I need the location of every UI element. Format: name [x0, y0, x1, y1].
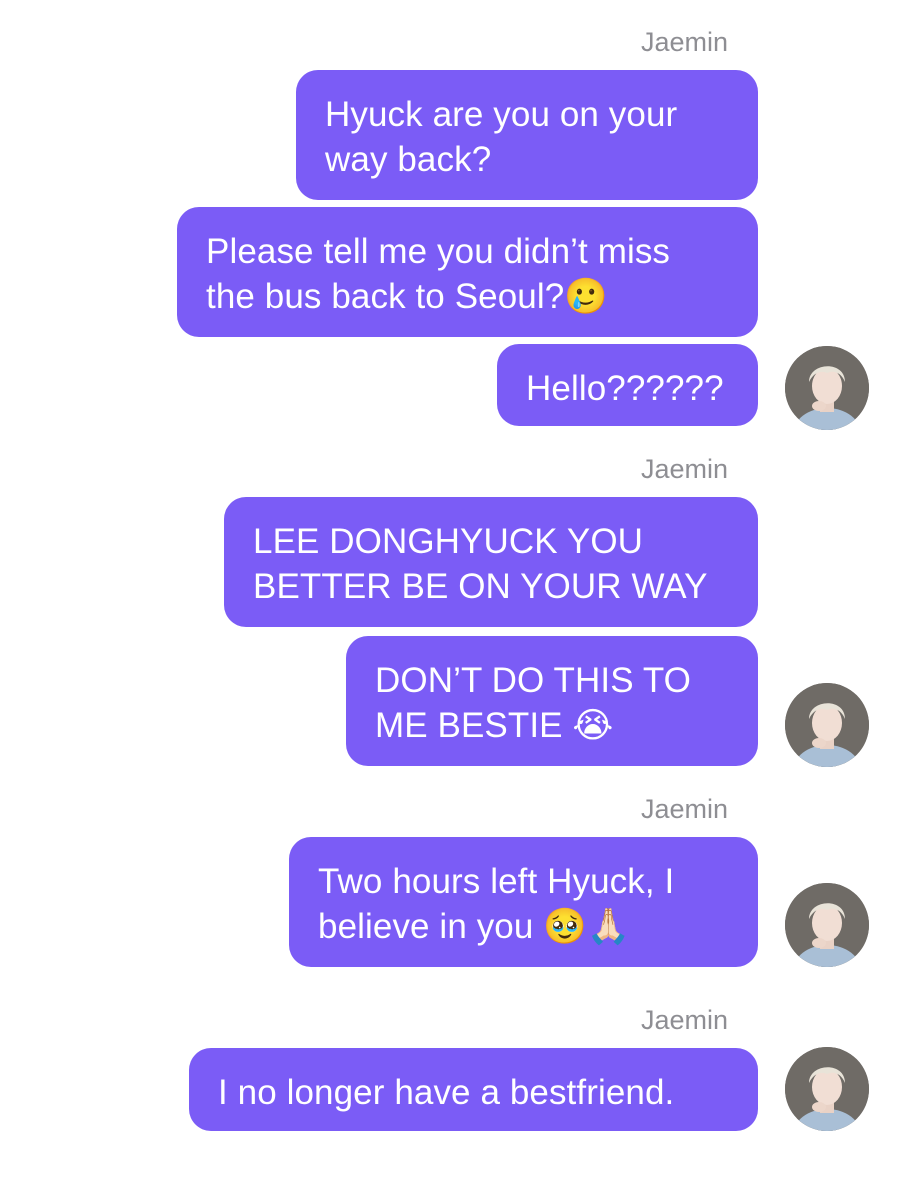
avatar[interactable]: [785, 346, 869, 430]
profile-photo-icon: [785, 1047, 869, 1131]
message-bubble[interactable]: I no longer have a bestfriend.: [189, 1048, 758, 1131]
sender-name: Jaemin: [640, 454, 728, 484]
sender-name: Jaemin: [640, 27, 728, 57]
avatar[interactable]: [785, 883, 869, 967]
profile-photo-icon: [785, 683, 869, 767]
sender-name: Jaemin: [640, 794, 728, 824]
message-bubble[interactable]: Hello??????: [497, 344, 758, 426]
avatar[interactable]: [785, 683, 869, 767]
message-bubble[interactable]: LEE DONGHYUCK YOU BETTER BE ON YOUR WAY: [224, 497, 758, 627]
sender-name: Jaemin: [640, 1005, 728, 1035]
profile-photo-icon: [785, 346, 869, 430]
chat-thread: Jaemin Hyuck are you on your way back? P…: [0, 0, 906, 1200]
avatar[interactable]: [785, 1047, 869, 1131]
message-bubble[interactable]: Two hours left Hyuck, I believe in you 🥹…: [289, 837, 758, 967]
profile-photo-icon: [785, 883, 869, 967]
message-bubble[interactable]: Please tell me you didn’t miss the bus b…: [177, 207, 758, 337]
message-bubble[interactable]: DON’T DO THIS TO ME BESTIE 😭: [346, 636, 758, 766]
message-bubble[interactable]: Hyuck are you on your way back?: [296, 70, 758, 200]
